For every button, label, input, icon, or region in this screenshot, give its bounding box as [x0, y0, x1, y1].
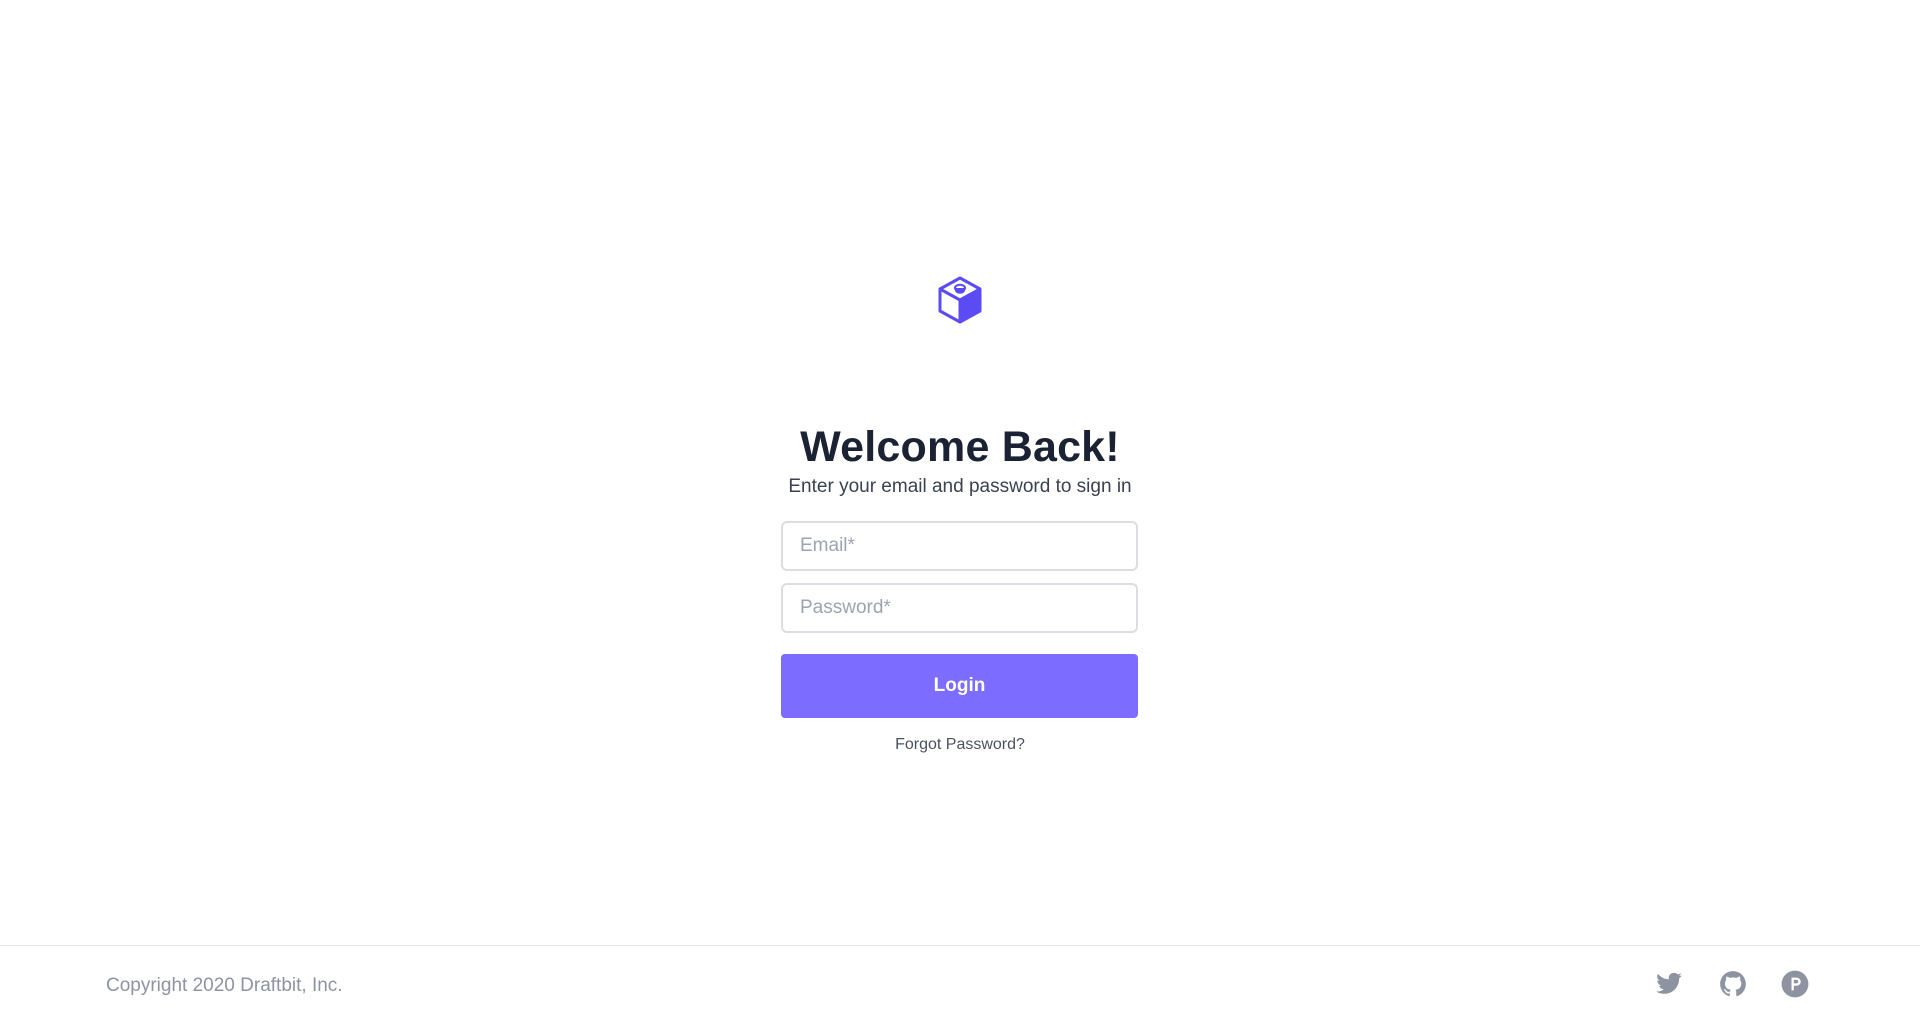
login-page: Welcome Back! Enter your email and passw…: [0, 0, 1920, 1022]
page-subtitle: Enter your email and password to sign in: [788, 476, 1132, 497]
cube-logo-icon: [937, 276, 983, 324]
password-field[interactable]: [781, 583, 1138, 633]
twitter-icon[interactable]: [1655, 970, 1683, 998]
copyright-text: Copyright 2020 Draftbit, Inc.: [106, 975, 343, 996]
login-button[interactable]: Login: [781, 654, 1138, 718]
page-title: Welcome Back!: [800, 423, 1120, 471]
footer: Copyright 2020 Draftbit, Inc.: [0, 945, 1920, 1022]
forgot-password-link[interactable]: Forgot Password?: [0, 734, 1920, 756]
email-field[interactable]: [781, 521, 1138, 571]
producthunt-icon[interactable]: [1781, 970, 1809, 998]
github-icon[interactable]: [1719, 970, 1747, 998]
